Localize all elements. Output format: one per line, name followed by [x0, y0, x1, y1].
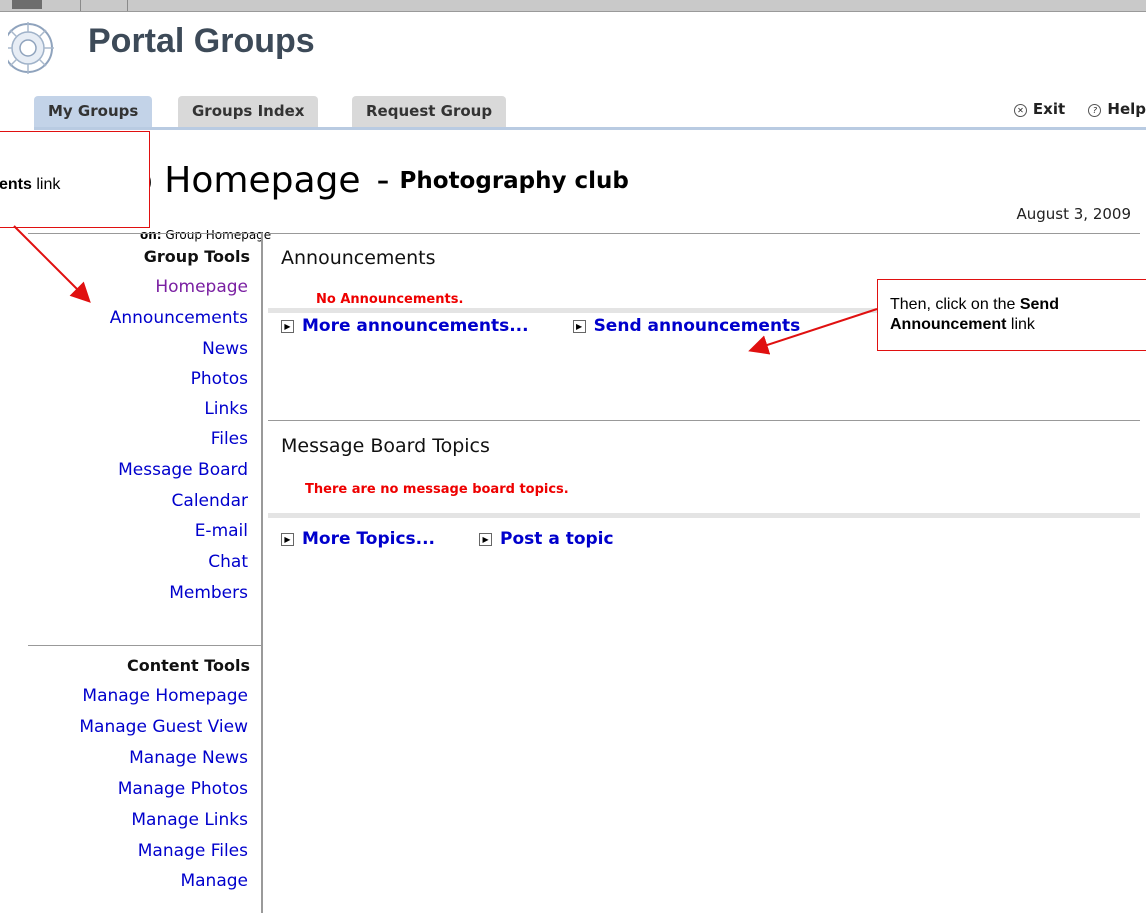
callout-arrow	[13, 225, 91, 303]
callout-arrow	[748, 308, 878, 355]
callout-arrows	[13, 225, 878, 355]
